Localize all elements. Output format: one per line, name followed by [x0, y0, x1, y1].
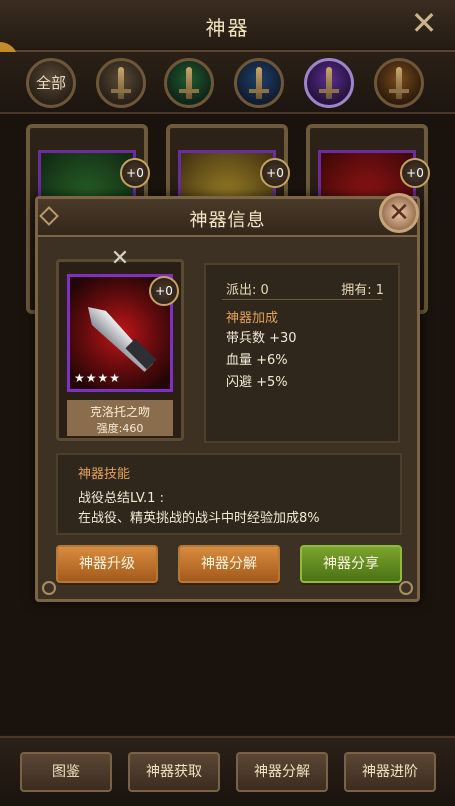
bonus-section-title: 神器加成	[226, 311, 279, 326]
filter-weapon-brown-button[interactable]	[96, 58, 146, 108]
decompose-button[interactable]: 神器分解	[178, 545, 280, 583]
filter-weapon-orange-button[interactable]	[374, 58, 424, 108]
dialog-title: 神器信息	[189, 210, 266, 231]
dialog-header: 神器信息	[38, 199, 417, 237]
bonus-line: 血量 +6%	[226, 353, 288, 368]
filter-weapon-green-button[interactable]	[164, 58, 214, 108]
artifact-decompose-button[interactable]: 神器分解	[236, 752, 328, 792]
sword-icon	[118, 67, 124, 99]
corner-ornament-icon	[42, 581, 56, 595]
skill-section-title: 神器技能	[78, 467, 131, 482]
upgrade-level-badge: +0	[149, 276, 179, 306]
corner-ornament-icon	[399, 581, 413, 595]
artifact-name: 克洛托之吻	[89, 405, 150, 419]
stats-panel: 派出: 0 拥有: 1 神器加成 带兵数 +30 血量 +6% 闪避 +5%	[204, 263, 400, 443]
upgrade-level-badge: +0	[260, 158, 290, 188]
artifact-nameplate: 克洛托之吻 强度:460	[67, 400, 173, 436]
artifact-detail-card: ✕ ★★★★ +0 克洛托之吻 强度:460	[56, 248, 184, 441]
upgrade-level-badge: +0	[400, 158, 430, 188]
star-rating: ★★★★	[74, 371, 122, 385]
share-button[interactable]: 神器分享	[300, 545, 402, 583]
bonus-line: 带兵数 +30	[226, 331, 297, 346]
artifact-power: 强度:460	[96, 422, 144, 435]
filter-all-button[interactable]: 全部	[26, 58, 76, 108]
sword-icon	[256, 67, 262, 99]
filter-all-label: 全部	[35, 74, 66, 92]
deployed-count: 派出: 0	[226, 283, 269, 298]
skill-description: 在战役、精英挑战的战斗中时经验加成8%	[78, 511, 320, 526]
crossed-swords-icon: ✕	[110, 246, 130, 271]
top-bar: 神器 ✕	[0, 0, 455, 52]
upgrade-level-badge: +0	[120, 158, 150, 188]
artifact-info-dialog: 神器信息 ✕ ✕ ★★★★ +0 克洛托之吻 强度:460 派出: 0 拥有: …	[35, 193, 420, 602]
close-icon[interactable]: ✕	[407, 6, 441, 40]
bonus-line: 闪避 +5%	[226, 375, 288, 390]
dialog-close-button[interactable]: ✕	[379, 193, 419, 233]
upgrade-button[interactable]: 神器升级	[56, 545, 158, 583]
category-filter-row: 全部	[0, 52, 455, 114]
skill-name: 战役总结LV.1 :	[78, 491, 164, 506]
filter-weapon-purple-button[interactable]	[304, 58, 354, 108]
page-title: 神器	[205, 16, 250, 40]
skill-panel: 神器技能 战役总结LV.1 : 在战役、精英挑战的战斗中时经验加成8%	[56, 453, 402, 535]
filter-weapon-blue-button[interactable]	[234, 58, 284, 108]
sword-icon	[396, 67, 402, 99]
bottom-nav: 图鉴 神器获取 神器分解 神器进阶	[0, 736, 455, 806]
sword-icon	[186, 67, 192, 99]
artifact-obtain-button[interactable]: 神器获取	[128, 752, 220, 792]
codex-button[interactable]: 图鉴	[20, 752, 112, 792]
sword-icon	[326, 67, 332, 99]
divider	[222, 299, 382, 300]
artifact-advance-button[interactable]: 神器进阶	[344, 752, 436, 792]
owned-count: 拥有: 1	[341, 283, 384, 298]
